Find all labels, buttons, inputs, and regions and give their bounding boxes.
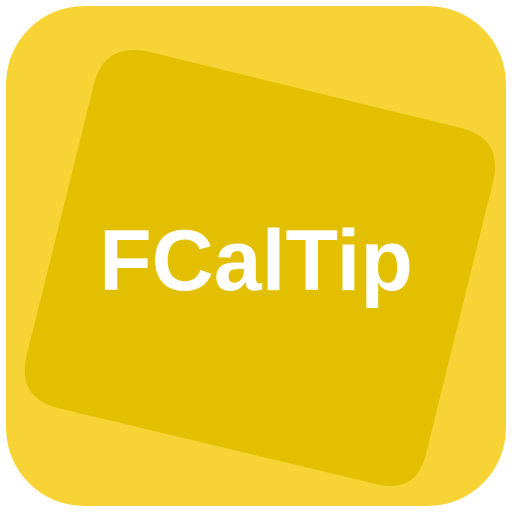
app-icon[interactable]: FCalTip [6,6,506,506]
app-name-label: FCalTip [99,212,413,309]
